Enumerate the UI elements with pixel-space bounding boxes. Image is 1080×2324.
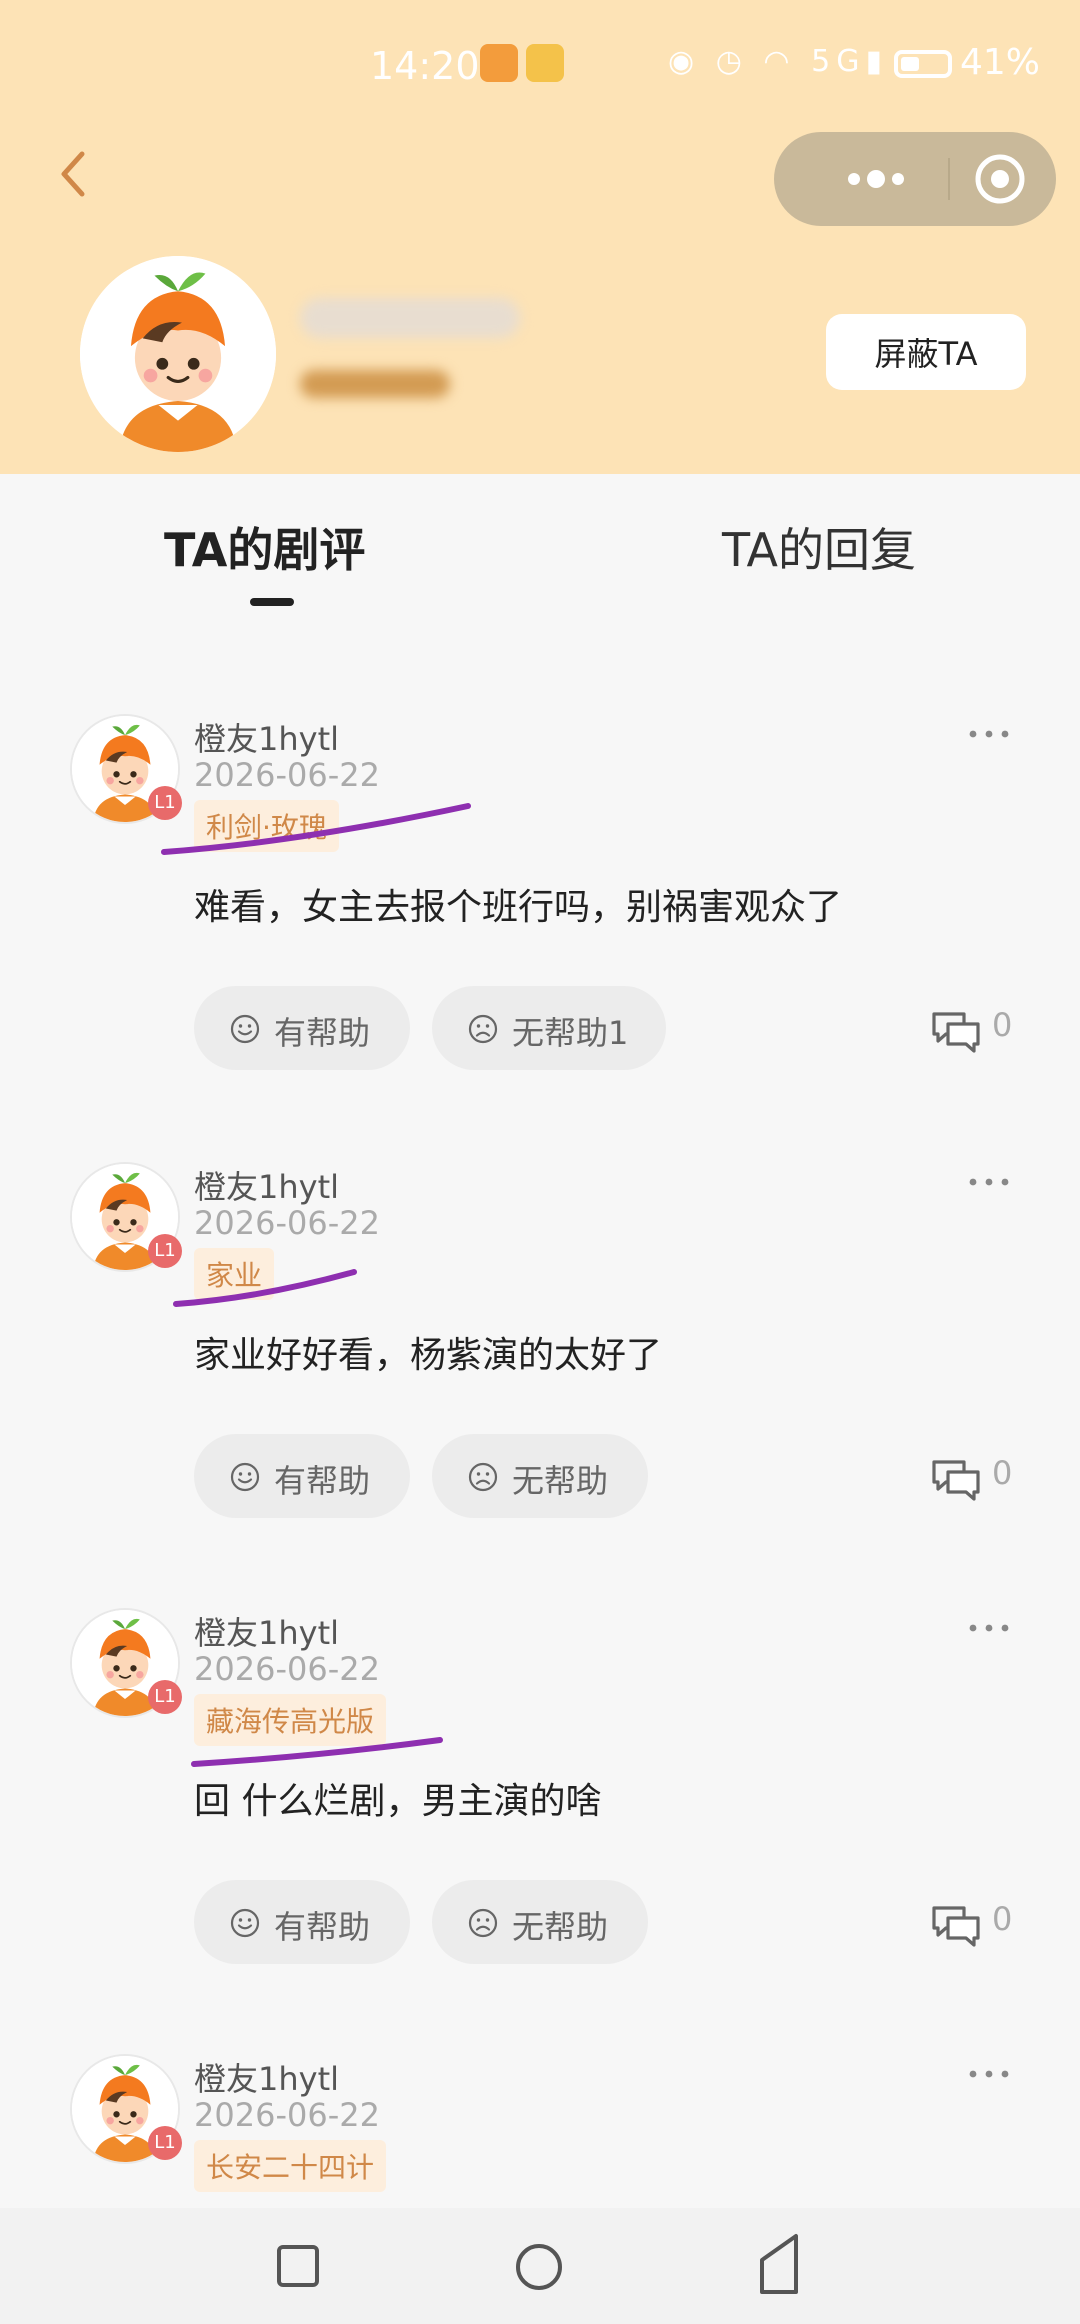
review-card: L1 橙友1hytl 2026-06-22 家业 家业好好看，杨紫演的太好了 有… (0, 1162, 1080, 1602)
battery-percent: 41% (960, 42, 1041, 83)
status-bar: 14:20 ◉ ◷ ◠ 5G▮ 41% (0, 30, 1080, 100)
unhelpful-label: 无帮助1 (512, 1014, 629, 1052)
comment-icon[interactable] (930, 1456, 982, 1502)
review-username[interactable]: 橙友1hytl (194, 1608, 339, 1654)
level-badge: L1 (148, 2126, 182, 2160)
unhelpful-button[interactable]: 无帮助 (432, 1880, 648, 1964)
active-tab-indicator (250, 598, 294, 606)
profile-avatar (80, 256, 276, 452)
status-time: 14:20 (370, 44, 480, 88)
comment-icon[interactable] (930, 1902, 982, 1948)
comment-icon[interactable] (930, 1008, 982, 1054)
review-username[interactable]: 橙友1hytl (194, 714, 339, 760)
review-more-button[interactable] (964, 2054, 1014, 2094)
show-tag[interactable]: 家业 (194, 1248, 275, 1300)
helpful-label: 有帮助 (274, 1462, 371, 1500)
chevron-left-icon (61, 151, 85, 197)
weibo-app-icon (526, 44, 564, 82)
blurred-username (300, 298, 520, 338)
home-button[interactable] (514, 2242, 564, 2292)
comment-count: 0 (992, 1454, 1013, 1492)
smile-icon (230, 1908, 260, 1938)
battery-fill (901, 57, 919, 71)
profile-header: 14:20 ◉ ◷ ◠ 5G▮ 41% 屏蔽TA (0, 0, 1080, 474)
review-card: L1 橙友1hytl 2026-06-22 藏海传高光版 回 什么烂剧，男主演的… (0, 1608, 1080, 2048)
back-button[interactable] (54, 144, 94, 204)
level-badge: L1 (148, 786, 182, 820)
helpful-button[interactable]: 有帮助 (194, 986, 410, 1070)
unhelpful-label: 无帮助 (512, 1908, 609, 1946)
blurred-user-info (300, 370, 450, 398)
level-badge: L1 (148, 1234, 182, 1268)
close-miniapp-button[interactable] (958, 132, 1056, 226)
show-tag[interactable]: 藏海传高光版 (194, 1694, 387, 1746)
target-close-icon (975, 154, 1025, 204)
helpful-button[interactable]: 有帮助 (194, 1434, 410, 1518)
unhelpful-button[interactable]: 无帮助1 (432, 986, 666, 1070)
review-date: 2026-06-22 (194, 756, 380, 794)
review-date: 2026-06-22 (194, 2096, 380, 2134)
battery-icon (894, 50, 952, 78)
review-more-button[interactable] (964, 1162, 1014, 1202)
frown-icon (468, 1014, 498, 1044)
system-back-button[interactable] (756, 2232, 802, 2296)
frown-icon (468, 1462, 498, 1492)
review-card: L1 橙友1hytl 2026-06-22 长安二十四计 (0, 2054, 1080, 2204)
more-dots-icon (848, 170, 904, 188)
review-username[interactable]: 橙友1hytl (194, 2054, 339, 2100)
helpful-label: 有帮助 (274, 1908, 371, 1946)
comment-count: 0 (992, 1900, 1013, 1938)
review-username[interactable]: 橙友1hytl (194, 1162, 339, 1208)
show-tag[interactable]: 长安二十四计 (194, 2140, 387, 2192)
review-more-button[interactable] (964, 1608, 1014, 1648)
heart-app-icon (480, 44, 518, 82)
capsule-divider (948, 158, 950, 200)
tab-reviews[interactable]: TA的剧评 (164, 514, 365, 580)
status-icons: ◉ ◷ ◠ 5G▮ (668, 44, 888, 79)
circle-icon (516, 2244, 562, 2290)
comment-count: 0 (992, 1006, 1013, 1044)
frown-icon (468, 1908, 498, 1938)
review-date: 2026-06-22 (194, 1204, 380, 1242)
unhelpful-label: 无帮助 (512, 1462, 609, 1500)
tab-replies[interactable]: TA的回复 (722, 514, 916, 580)
block-user-button[interactable]: 屏蔽TA (826, 314, 1026, 390)
recent-apps-button[interactable] (276, 2244, 320, 2288)
level-badge: L1 (148, 1680, 182, 1714)
system-nav-bar (0, 2208, 1080, 2324)
review-text: 难看，女主去报个班行吗，别祸害观众了 (194, 887, 843, 928)
miniapp-capsule (774, 132, 1056, 226)
network-type-label: 5G (811, 44, 866, 79)
review-more-button[interactable] (964, 714, 1014, 754)
helpful-button[interactable]: 有帮助 (194, 1880, 410, 1964)
review-text: 家业好好看，杨紫演的太好了 (194, 1335, 663, 1376)
triangle-back-icon (760, 2234, 798, 2294)
show-tag[interactable]: 利剑·玫瑰 (194, 800, 339, 852)
smile-icon (230, 1014, 260, 1044)
more-menu-button[interactable] (804, 132, 944, 226)
unhelpful-button[interactable]: 无帮助 (432, 1434, 648, 1518)
helpful-label: 有帮助 (274, 1014, 371, 1052)
review-text: 回 什么烂剧，男主演的啥 (194, 1781, 602, 1822)
review-date: 2026-06-22 (194, 1650, 380, 1688)
review-card: L1 橙友1hytl 2026-06-22 利剑·玫瑰 难看，女主去报个班行吗，… (0, 714, 1080, 1154)
smile-icon (230, 1462, 260, 1492)
square-icon (277, 2245, 319, 2287)
